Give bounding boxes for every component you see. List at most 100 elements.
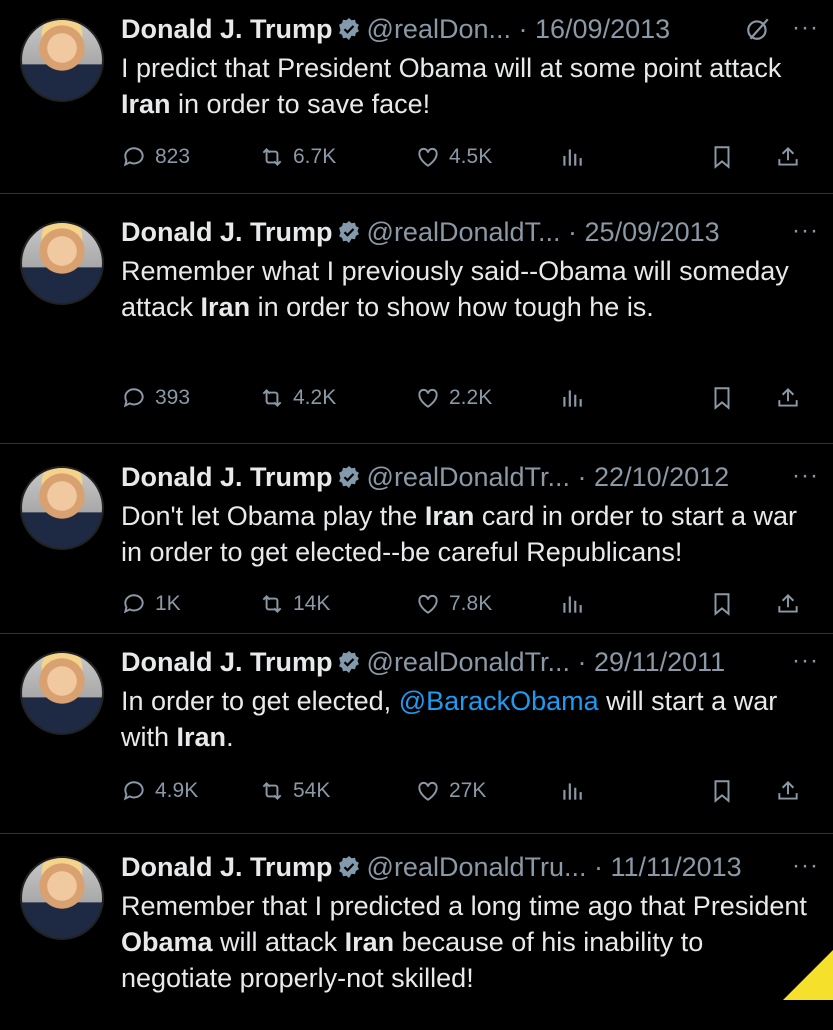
like-button[interactable]: 2.2K [415, 381, 492, 415]
bookmark-button[interactable] [709, 774, 743, 808]
tweet-divider [0, 193, 833, 194]
avatar[interactable] [20, 466, 104, 550]
more-icon[interactable]: ··· [792, 647, 819, 675]
share-button[interactable] [775, 774, 809, 808]
reply-button[interactable]: 393 [121, 381, 190, 415]
text-segment: in order to show how tough he is. [250, 292, 654, 322]
views-button[interactable] [559, 587, 593, 621]
reply-count: 1K [155, 592, 181, 615]
bookmark-button[interactable] [709, 381, 743, 415]
avatar[interactable] [20, 18, 104, 102]
bold-text: Obama [121, 927, 213, 957]
author-handle[interactable]: @realDon... [367, 14, 511, 44]
author-name[interactable]: Donald J. Trump [121, 852, 333, 882]
date-separator: · [511, 14, 535, 44]
tweet-divider [0, 443, 833, 444]
tweet-3[interactable]: Donald J. Trump @realDonaldTr... · 22/10/… [0, 460, 833, 640]
date-separator: · [570, 462, 595, 492]
reply-icon [121, 778, 155, 804]
author-name[interactable]: Donald J. Trump [121, 462, 333, 492]
views-button[interactable] [559, 140, 593, 174]
bold-text: Iran [176, 722, 227, 752]
avatar[interactable] [20, 651, 104, 735]
tweet-header: Donald J. Trump @realDonaldTr... · 22/10/… [121, 460, 729, 494]
reply-button[interactable]: 823 [121, 140, 190, 174]
author-handle[interactable]: @realDonaldTr... [367, 647, 571, 677]
verified-badge-icon [337, 853, 361, 878]
heart-icon [415, 385, 449, 411]
tweet-text: Remember that I predicted a long time ag… [121, 888, 811, 996]
retweet-count: 4.2K [293, 386, 337, 409]
tweet-1[interactable]: Donald J. Trump @realDon... · 16/09/2013 ·… [0, 12, 833, 192]
bookmark-icon [709, 591, 743, 617]
tweet-date[interactable]: 16/09/2013 [535, 14, 670, 44]
bookmark-icon [709, 144, 743, 170]
text-segment: Remember that I predicted a long time ag… [121, 891, 807, 921]
tweet-4[interactable]: Donald J. Trump @realDonaldTr... · 29/11/… [0, 645, 833, 825]
action-bar: 1K 14K 7.8K [121, 587, 821, 621]
retweet-button[interactable]: 14K [259, 587, 330, 621]
share-button[interactable] [775, 140, 809, 174]
author-name[interactable]: Donald J. Trump [121, 14, 333, 44]
reply-button[interactable]: 1K [121, 587, 181, 621]
more-icon[interactable]: ··· [792, 852, 819, 880]
author-handle[interactable]: @realDonaldTru... [367, 852, 587, 882]
like-count: 2.2K [449, 386, 493, 409]
author-name[interactable]: Donald J. Trump [121, 217, 333, 247]
action-bar: 823 6.7K 4.5K [121, 140, 821, 174]
bookmark-icon [709, 385, 743, 411]
share-button[interactable] [775, 381, 809, 415]
like-button[interactable]: 4.5K [415, 140, 492, 174]
share-icon [775, 591, 809, 617]
reply-icon [121, 385, 155, 411]
mention-link[interactable]: @BarackObama [399, 686, 599, 716]
bookmark-button[interactable] [709, 140, 743, 174]
tweet-date[interactable]: 29/11/2011 [594, 647, 725, 677]
tweet-date[interactable]: 11/11/2013 [611, 852, 742, 882]
text-segment: I predict that President Obama will at s… [121, 53, 782, 83]
avatar[interactable] [20, 221, 104, 305]
views-button[interactable] [559, 381, 593, 415]
retweet-icon [259, 591, 293, 617]
retweet-count: 6.7K [293, 145, 337, 168]
action-bar: 4.9K 54K 27K [121, 774, 821, 808]
grok-icon[interactable] [745, 16, 771, 42]
retweet-icon [259, 778, 293, 804]
tweet-text: In order to get elected, @BarackObama wi… [121, 683, 811, 755]
retweet-count: 14K [293, 592, 331, 615]
like-button[interactable]: 7.8K [415, 587, 492, 621]
like-count: 4.5K [449, 145, 493, 168]
author-handle[interactable]: @realDonaldT... [367, 217, 561, 247]
tweet-5[interactable]: Donald J. Trump @realDonaldTru... · 11/11… [0, 850, 833, 1030]
bookmark-button[interactable] [709, 587, 743, 621]
share-button[interactable] [775, 587, 809, 621]
heart-icon [415, 144, 449, 170]
tweet-date[interactable]: 22/10/2012 [594, 462, 729, 492]
tweet-2[interactable]: Donald J. Trump @realDonaldT... · 25/09/2… [0, 215, 833, 410]
retweet-button[interactable]: 54K [259, 774, 330, 808]
like-count: 27K [449, 779, 487, 802]
avatar[interactable] [20, 856, 104, 940]
like-button[interactable]: 27K [415, 774, 486, 808]
text-segment: in order to save face! [170, 89, 431, 119]
heart-icon [415, 591, 449, 617]
retweet-button[interactable]: 6.7K [259, 140, 336, 174]
author-handle[interactable]: @realDonaldTr... [367, 462, 571, 492]
text-segment: . [226, 722, 234, 752]
tweet-date[interactable]: 25/09/2013 [585, 217, 720, 247]
corner-marker [783, 950, 833, 1000]
more-icon[interactable]: ··· [792, 217, 819, 245]
more-icon[interactable]: ··· [792, 14, 819, 42]
author-name[interactable]: Donald J. Trump [121, 647, 333, 677]
views-button[interactable] [559, 774, 593, 808]
views-icon [559, 385, 593, 411]
more-icon[interactable]: ··· [792, 462, 819, 490]
tweet-text: I predict that President Obama will at s… [121, 50, 811, 122]
retweet-button[interactable]: 4.2K [259, 381, 336, 415]
heart-icon [415, 778, 449, 804]
share-icon [775, 778, 809, 804]
reply-button[interactable]: 4.9K [121, 774, 198, 808]
tweet-header: Donald J. Trump @realDonaldT... · 25/09/2… [121, 215, 720, 249]
tweet-text: Don't let Obama play the Iran card in or… [121, 498, 811, 570]
reply-icon [121, 591, 155, 617]
